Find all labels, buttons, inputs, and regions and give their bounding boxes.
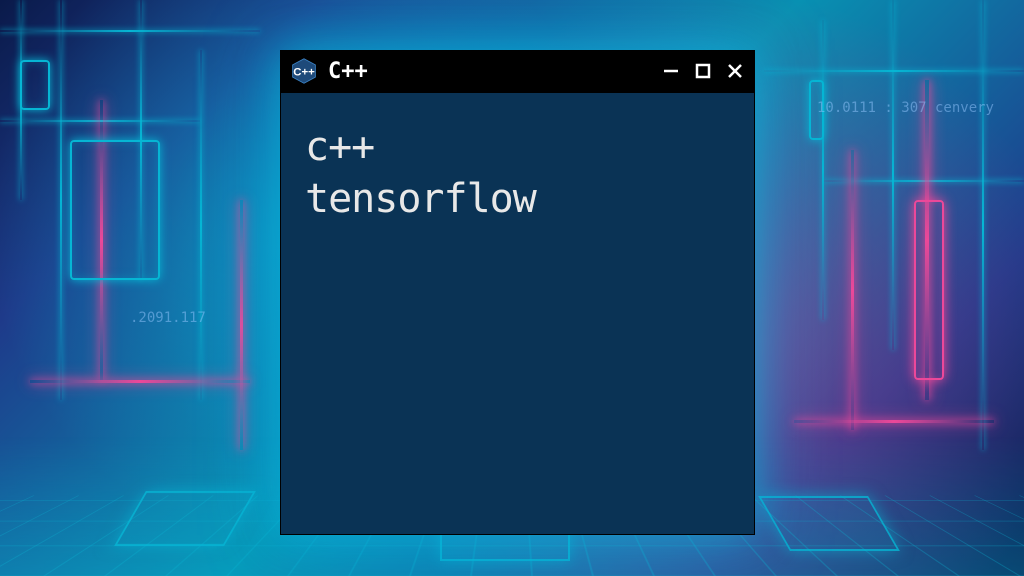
bg-text-left: .2091.117 — [130, 310, 206, 326]
window-controls — [661, 61, 745, 81]
code-line-1: c++ — [305, 121, 730, 173]
close-button[interactable] — [725, 61, 745, 81]
code-line-2: tensorflow — [305, 173, 730, 225]
terminal-window: C++ C++ c++ tensorflow — [280, 50, 755, 535]
titlebar[interactable]: C++ C++ — [280, 50, 755, 92]
svg-text:C++: C++ — [293, 66, 315, 78]
bg-text-right: 10.0111 : 307 cenvery — [817, 100, 994, 116]
window-title: C++ — [328, 59, 651, 84]
minimize-button[interactable] — [661, 61, 681, 81]
cpp-icon: C++ — [290, 57, 318, 85]
terminal-content: c++ tensorflow — [280, 92, 755, 535]
maximize-button[interactable] — [693, 61, 713, 81]
